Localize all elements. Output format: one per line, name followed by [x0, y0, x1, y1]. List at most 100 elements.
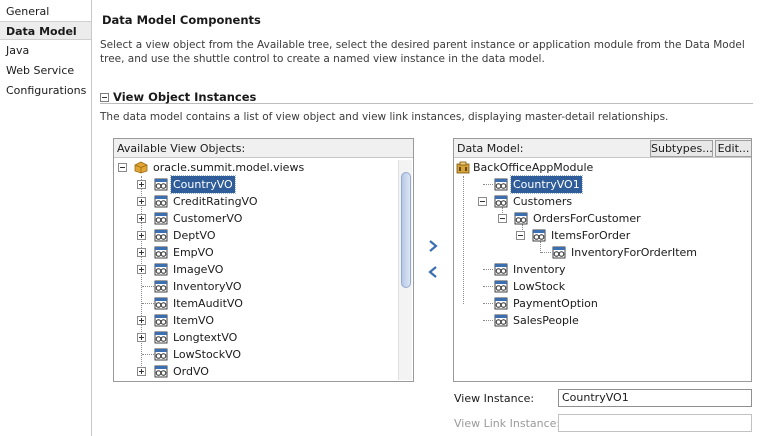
expand-icon[interactable] — [137, 231, 146, 240]
expand-icon[interactable] — [137, 367, 146, 376]
data-model-panel-header: Data Model: Subtypes... Edit... — [454, 139, 751, 158]
application-module-icon — [456, 161, 470, 174]
view-instance-label: View Instance: — [454, 392, 535, 405]
data-model-tree[interactable]: BackOfficeAppModule CountryVO1 Customers O… — [454, 159, 751, 381]
expand-icon[interactable] — [137, 248, 146, 257]
data-model-panel: Data Model: Subtypes... Edit... BackOffi… — [453, 138, 752, 382]
tree-node-label: BackOfficeAppModule — [473, 161, 594, 174]
chevron-left-icon[interactable] — [426, 265, 440, 279]
view-object-icon — [494, 263, 508, 276]
page-description: Select a view object from the Available … — [100, 39, 745, 65]
view-object-icon — [154, 212, 168, 225]
tree-node-customervo[interactable]: CustomerVO — [114, 210, 398, 227]
view-object-icon — [154, 280, 168, 293]
data-model-node-label: OrdersForCustomer — [533, 212, 641, 225]
tree-node-label: OrdVO — [173, 365, 209, 378]
chevron-right-icon[interactable] — [426, 239, 440, 253]
data-model-node-itemsfororder[interactable]: ItemsForOrder — [454, 227, 744, 253]
view-instance-field[interactable]: CountryVO1 — [558, 389, 752, 407]
tree-node-label: ImageVO — [173, 263, 224, 276]
tree-guide-line — [142, 303, 154, 304]
tree-node-root[interactable]: oracle.summit.model.views — [114, 159, 398, 176]
tree-node-inventoryvo[interactable]: InventoryVO — [114, 278, 398, 295]
tree-node-itemauditvo[interactable]: ItemAuditVO — [114, 295, 398, 312]
view-object-icon — [154, 331, 168, 344]
tree-node-longtextvo[interactable]: LongtextVO — [114, 329, 398, 346]
tree-node-label: ItemVO — [173, 314, 215, 327]
tree-guide-line — [142, 286, 154, 287]
data-model-node-label: ItemsForOrder — [551, 229, 631, 242]
view-object-icon — [532, 229, 546, 242]
tree-node-itemvo[interactable]: ItemVO — [114, 312, 398, 329]
data-model-node-label: Customers — [513, 195, 573, 208]
tree-node-creditratingvo[interactable]: CreditRatingVO — [114, 193, 398, 210]
expand-icon[interactable] — [137, 214, 146, 223]
tree-guide-line — [483, 286, 493, 287]
view-object-icon — [154, 195, 168, 208]
tree-node-label: InventoryVO — [173, 280, 242, 293]
available-tree[interactable]: oracle.summit.model.views CountryVO Credi… — [114, 159, 413, 381]
tree-node-imagevo[interactable]: ImageVO — [114, 261, 398, 278]
package-icon — [134, 161, 148, 174]
data-model-node-lowstock[interactable]: LowStock — [454, 278, 744, 295]
data-model-node-label: Inventory — [513, 263, 566, 276]
tree-node-label: DeptVO — [173, 229, 216, 242]
data-model-node-paymentoption[interactable]: PaymentOption — [454, 295, 744, 312]
nav-item-java[interactable]: Java — [0, 41, 91, 60]
view-object-icon — [154, 229, 168, 242]
section-title: View Object Instances — [113, 90, 257, 104]
data-model-node-countryvo1[interactable]: CountryVO1 — [454, 175, 744, 194]
view-object-icon — [494, 195, 508, 208]
collapse-icon[interactable] — [516, 231, 525, 240]
view-object-icon — [514, 212, 528, 225]
tree-guide-line — [483, 269, 493, 270]
view-object-icon — [154, 178, 168, 191]
view-object-icon — [154, 314, 168, 327]
tree-node-label: CreditRatingVO — [173, 195, 258, 208]
collapse-icon[interactable] — [498, 214, 507, 223]
view-object-icon — [154, 263, 168, 276]
tree-node-root[interactable]: BackOfficeAppModule — [454, 159, 744, 176]
view-object-icon — [154, 348, 168, 361]
tree-node-label: LowStockVO — [173, 348, 242, 361]
expand-icon[interactable] — [137, 180, 146, 189]
tree-node-lowstockvo[interactable]: LowStockVO — [114, 346, 398, 363]
data-model-node-label: InventoryForOrderItem — [571, 246, 698, 259]
view-object-icon — [154, 365, 168, 378]
expand-icon[interactable] — [137, 265, 146, 274]
view-object-icon — [154, 297, 168, 310]
expand-icon[interactable] — [137, 316, 146, 325]
nav-item-configurations[interactable]: Configurations — [0, 81, 91, 100]
tree-node-ordvo[interactable]: OrdVO — [114, 363, 398, 380]
tree-guide-line — [483, 303, 493, 304]
vertical-scrollbar[interactable] — [398, 160, 412, 380]
data-model-node-inventory[interactable]: Inventory — [454, 261, 744, 278]
expand-icon[interactable] — [137, 197, 146, 206]
nav-item-web-service[interactable]: Web Service — [0, 61, 91, 80]
collapse-icon[interactable] — [118, 163, 127, 172]
data-model-node-ordersforcustomer[interactable]: OrdersForCustomer — [454, 210, 744, 236]
expand-icon[interactable] — [137, 333, 146, 342]
tree-node-label: CustomerVO — [173, 212, 243, 225]
tree-node-countryvo[interactable]: CountryVO — [114, 175, 398, 194]
collapse-icon[interactable] — [100, 93, 109, 102]
tree-node-empvo[interactable]: EmpVO — [114, 244, 398, 261]
tree-node-label: CountryVO — [170, 175, 236, 194]
tree-guide-line — [483, 320, 493, 321]
data-model-node-customers[interactable]: Customers — [454, 193, 744, 219]
tree-node-label: oracle.summit.model.views — [153, 161, 305, 174]
page-title: Data Model Components — [102, 13, 261, 27]
edit-button[interactable]: Edit... — [715, 140, 751, 157]
section-description: The data model contains a list of view o… — [100, 111, 669, 123]
subtypes-button[interactable]: Subtypes... — [650, 140, 713, 157]
nav-item-general[interactable]: General — [0, 2, 91, 21]
scrollbar-thumb[interactable] — [401, 172, 411, 288]
nav-item-data-model[interactable]: Data Model — [0, 21, 91, 40]
tree-node-deptvo[interactable]: DeptVO — [114, 227, 398, 244]
data-model-node-inventoryfororderitem[interactable]: InventoryForOrderItem — [454, 244, 744, 261]
view-link-instance-field — [558, 414, 752, 432]
collapse-icon[interactable] — [478, 197, 487, 206]
data-model-node-salespeople[interactable]: SalesPeople — [454, 312, 744, 329]
view-object-icon — [494, 314, 508, 327]
section-header: View Object Instances — [100, 90, 753, 104]
